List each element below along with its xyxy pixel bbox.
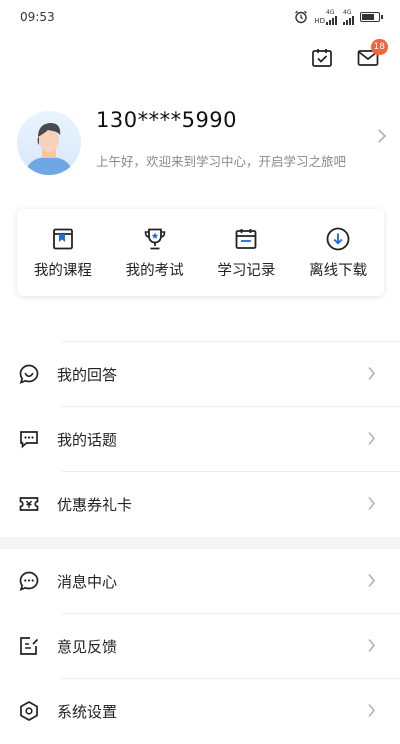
shortcut-my-exams[interactable]: 我的考试	[109, 209, 201, 296]
greeting-text: 上午好，欢迎来到学习中心，开启学习之旅吧	[96, 154, 347, 169]
profile-section[interactable]: 130****5990 上午好，欢迎来到学习中心，开启学习之旅吧	[17, 108, 387, 180]
coupon-icon	[19, 497, 39, 511]
menu-item-settings[interactable]: 系统设置	[0, 679, 400, 744]
chevron-right-icon	[378, 129, 387, 143]
battery-icon	[360, 12, 383, 22]
shortcut-card: 我的课程 我的考试 学习记录 离线下载	[17, 209, 384, 296]
notification-badge: 18	[370, 39, 388, 55]
shortcut-study-records[interactable]: 学习记录	[201, 209, 293, 296]
chevron-right-icon	[368, 497, 375, 510]
menu-label: 系统设置	[57, 703, 118, 721]
top-actions: 18	[310, 39, 388, 70]
status-bar: 09:53 HD 4G 4G	[0, 0, 400, 34]
chevron-right-icon	[368, 367, 375, 380]
chevron-right-icon	[368, 432, 375, 445]
checkin-button[interactable]	[310, 46, 334, 70]
status-time: 09:53	[20, 10, 55, 24]
menu-item-feedback[interactable]: 意见反馈	[0, 614, 400, 679]
settings-icon	[20, 701, 38, 721]
section-divider	[0, 537, 400, 549]
menu-item-my-topics[interactable]: 我的话题	[0, 407, 400, 472]
menu-label: 优惠券礼卡	[57, 496, 133, 514]
shortcut-label: 我的考试	[125, 262, 184, 279]
message-icon	[19, 571, 39, 591]
download-icon	[326, 227, 350, 250]
menu-group-1: 我的回答 我的话题 优惠券礼卡	[0, 342, 400, 537]
menu-item-coupons[interactable]: 优惠券礼卡	[0, 472, 400, 537]
topic-chat-icon	[20, 431, 38, 449]
menu-label: 意见反馈	[57, 638, 118, 656]
chat-bubble-icon	[19, 364, 39, 384]
status-icons: HD 4G 4G	[294, 9, 383, 25]
menu-group-2: 消息中心 意见反馈 系统设置	[0, 549, 400, 744]
menu-label: 我的话题	[57, 431, 118, 449]
signal-2-icon: 4G	[343, 9, 354, 25]
calendar-check-icon	[312, 49, 332, 67]
shortcut-label: 学习记录	[217, 262, 276, 279]
feedback-edit-icon	[20, 637, 39, 655]
shortcut-my-courses[interactable]: 我的课程	[17, 209, 109, 296]
avatar[interactable]	[17, 111, 81, 175]
signal-1-icon: HD 4G	[314, 9, 337, 25]
menu-item-message-center[interactable]: 消息中心	[0, 549, 400, 614]
chevron-right-icon	[368, 574, 375, 587]
messages-button[interactable]: 18	[356, 39, 388, 70]
menu-item-my-answers[interactable]: 我的回答	[0, 342, 400, 407]
shortcut-offline-download[interactable]: 离线下载	[292, 209, 384, 296]
alarm-icon	[295, 10, 308, 24]
book-icon	[52, 228, 73, 249]
shortcut-label: 我的课程	[33, 262, 92, 279]
calendar-list-icon	[235, 228, 257, 249]
menu-label: 消息中心	[57, 573, 118, 591]
shortcut-label: 离线下载	[309, 262, 368, 279]
chevron-right-icon	[368, 639, 375, 652]
trophy-icon	[144, 228, 165, 249]
menu-label: 我的回答	[57, 366, 118, 384]
user-avatar-icon	[25, 123, 73, 175]
user-phone: 130****5990	[96, 108, 238, 132]
